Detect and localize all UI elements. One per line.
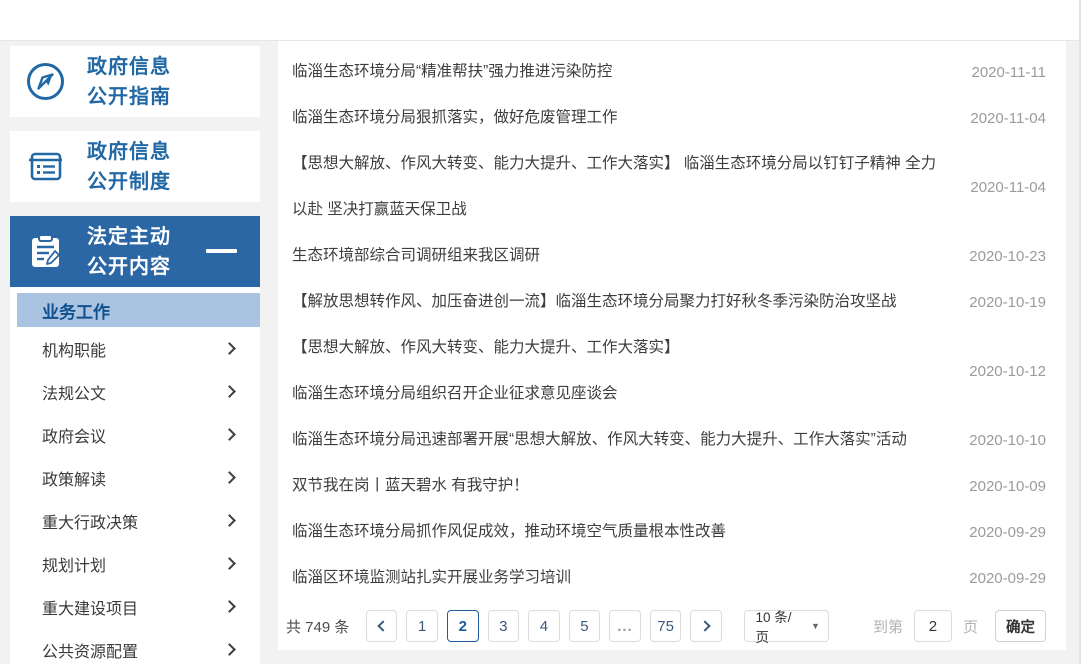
confirm-button[interactable]: 确定: [994, 610, 1046, 642]
chevron-right-icon: [223, 600, 236, 613]
submenu-item-major-decisions[interactable]: 重大行政决策: [10, 499, 260, 542]
submenu-item-label: 政策解读: [42, 471, 107, 489]
article-row: 临淄区环境监测站扎实开展业务学习培训 2020-09-29: [292, 555, 1046, 601]
sidebar: 政府信息 公开指南 政府信息 公开制度 法定主动 公开内容 业务工作 机构职能 …: [10, 46, 260, 664]
article-date: 2020-11-11: [971, 63, 1046, 81]
sidebar-item-label: 政府信息 公开制度: [87, 140, 171, 193]
submenu-item-label: 政府会议: [42, 428, 107, 446]
submenu-item-regulations[interactable]: 法规公文: [10, 370, 260, 413]
submenu-item-label: 法规公文: [42, 385, 107, 403]
sidebar-submenu: 业务工作 机构职能 法规公文 政府会议 政策解读 重大行政决策 规划计划 重大建…: [10, 287, 260, 664]
chevron-right-icon: [223, 643, 236, 656]
chevron-right-icon: [223, 514, 236, 527]
submenu-item-label: 重大行政决策: [42, 514, 139, 532]
jump-to-label: 到第: [872, 618, 903, 636]
page-header-strip: [0, 0, 1081, 40]
pagination-bar: 共 749 条 1 2 3 4 5 ... 75 10 条/页 ▼ 到第 页 确…: [286, 601, 1046, 651]
page-button-2-active[interactable]: 2: [447, 610, 479, 642]
article-link[interactable]: 【思想大解放、作风大转变、能力大提升、工作大落实】 临淄生态环境分局以钉钉子精神…: [292, 141, 960, 233]
compass-icon: [25, 61, 66, 102]
page-button-3[interactable]: 3: [487, 610, 520, 642]
page-suffix-label: 页: [962, 618, 978, 636]
article-row: 生态环境部综合司调研组来我区调研 2020-10-23: [292, 233, 1046, 279]
minus-icon[interactable]: [206, 249, 237, 253]
chevron-left-icon: [377, 620, 389, 632]
submenu-item-policy-interpretation[interactable]: 政策解读: [10, 456, 260, 499]
submenu-item-major-projects[interactable]: 重大建设项目: [10, 585, 260, 628]
article-link[interactable]: 临淄生态环境分局狠抓落实，做好危废管理工作: [292, 95, 960, 141]
article-row: 双节我在岗丨蓝天碧水 有我守护！ 2020-10-09: [292, 463, 1046, 509]
article-date: 2020-09-29: [969, 569, 1046, 587]
sidebar-item-gov-info-system[interactable]: 政府信息 公开制度: [10, 131, 260, 202]
article-row: 临淄生态环境分局“精准帮扶”强力推进污染防控 2020-11-11: [292, 49, 1046, 95]
article-link[interactable]: 生态环境部综合司调研组来我区调研: [292, 233, 960, 279]
article-link[interactable]: 临淄生态环境分局抓作风促成效，推动环境空气质量根本性改善: [292, 509, 960, 555]
page-button-75[interactable]: 75: [649, 610, 682, 642]
sidebar-item-label: 政府信息 公开指南: [87, 55, 171, 108]
article-list-panel: 临淄生态环境分局“精准帮扶”强力推进污染防控 2020-11-11 临淄生态环境…: [278, 41, 1066, 650]
submenu-item-gov-meetings[interactable]: 政府会议: [10, 413, 260, 456]
submenu-item-public-resources[interactable]: 公共资源配置: [10, 628, 260, 664]
article-date: 2020-10-09: [969, 477, 1046, 495]
article-row: 【解放思想转作风、加压奋进创一流】临淄生态环境分局聚力打好秋冬季污染防治攻坚战 …: [292, 279, 1046, 325]
article-link[interactable]: 【思想大解放、作风大转变、能力大提升、工作大落实】 临淄生态环境分局组织召开企业…: [292, 325, 960, 417]
chevron-right-icon: [223, 342, 236, 355]
chevron-right-icon: [223, 385, 236, 398]
submenu-item-label: 重大建设项目: [42, 600, 139, 618]
document-lines-icon: [25, 146, 66, 187]
sidebar-item-label: 法定主动 公开内容: [87, 225, 171, 278]
caret-down-icon: ▼: [811, 621, 820, 631]
article-date: 2020-09-29: [969, 523, 1046, 541]
chevron-right-icon: [223, 557, 236, 570]
more-pages-button[interactable]: ...: [609, 610, 641, 642]
chevron-right-icon: [223, 428, 236, 441]
jump-page-input[interactable]: [913, 610, 952, 642]
article-row: 临淄生态环境分局迅速部署开展“思想大解放、作风大转变、能力大提升、工作大落实”活…: [292, 417, 1046, 463]
article-row: 【思想大解放、作风大转变、能力大提升、工作大落实】 临淄生态环境分局组织召开企业…: [292, 325, 1046, 417]
article-link[interactable]: 临淄生态环境分局迅速部署开展“思想大解放、作风大转变、能力大提升、工作大落实”活…: [292, 417, 960, 463]
sidebar-item-gov-info-guide[interactable]: 政府信息 公开指南: [10, 46, 260, 117]
article-row: 【思想大解放、作风大转变、能力大提升、工作大落实】 临淄生态环境分局以钉钉子精神…: [292, 141, 1046, 233]
page-button-4[interactable]: 4: [528, 610, 560, 642]
submenu-item-org-functions[interactable]: 机构职能: [10, 327, 260, 370]
article-link[interactable]: 临淄区环境监测站扎实开展业务学习培训: [292, 555, 960, 601]
submenu-item-planning[interactable]: 规划计划: [10, 542, 260, 585]
chevron-right-icon: [698, 620, 711, 632]
article-link[interactable]: 双节我在岗丨蓝天碧水 有我守护！: [292, 463, 960, 509]
submenu-item-label: 机构职能: [42, 342, 107, 360]
page-size-value: 10 条/页: [755, 610, 792, 645]
submenu-item-label: 规划计划: [42, 557, 107, 575]
article-date: 2020-11-04: [970, 178, 1046, 196]
article-date: 2020-10-10: [969, 431, 1046, 449]
page-button-5[interactable]: 5: [568, 610, 601, 642]
page-button-1[interactable]: 1: [406, 610, 438, 642]
article-link[interactable]: 临淄生态环境分局“精准帮扶”强力推进污染防控: [292, 49, 960, 95]
article-row: 临淄生态环境分局抓作风促成效，推动环境空气质量根本性改善 2020-09-29: [292, 509, 1046, 555]
submenu-item-business-work[interactable]: 业务工作: [17, 293, 260, 327]
article-date: 2020-11-04: [970, 109, 1046, 127]
total-count-label: 共 749 条: [286, 618, 350, 636]
page-size-select[interactable]: 10 条/页 ▼: [744, 610, 829, 645]
article-link[interactable]: 【解放思想转作风、加压奋进创一流】临淄生态环境分局聚力打好秋冬季污染防治攻坚战: [292, 279, 960, 325]
clipboard-pencil-icon: [25, 231, 66, 272]
article-date: 2020-10-12: [969, 362, 1046, 380]
sidebar-item-statutory-disclosure[interactable]: 法定主动 公开内容: [10, 216, 260, 287]
prev-page-button[interactable]: [365, 610, 398, 642]
chevron-right-icon: [223, 471, 236, 484]
next-page-button[interactable]: [690, 610, 722, 642]
article-row: 临淄生态环境分局狠抓落实，做好危废管理工作 2020-11-04: [292, 95, 1046, 141]
article-date: 2020-10-19: [969, 293, 1046, 311]
submenu-item-label: 公共资源配置: [42, 643, 139, 661]
article-date: 2020-10-23: [969, 247, 1046, 265]
